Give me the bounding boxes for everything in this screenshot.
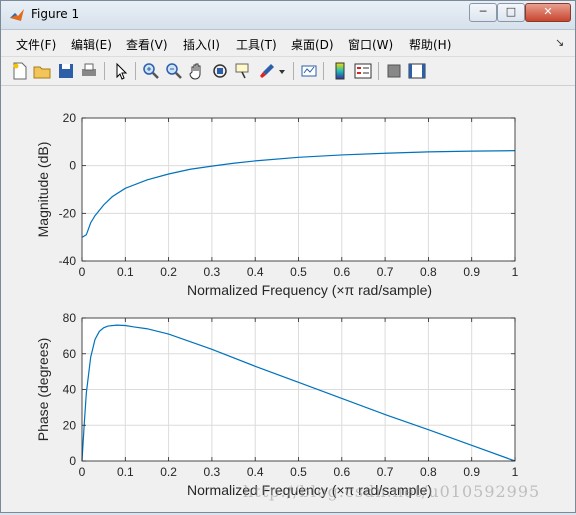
window-title: Figure 1	[31, 7, 80, 21]
x-tick-label: 0.7	[377, 265, 394, 279]
zoom-out-icon[interactable]	[164, 61, 184, 81]
y-tick-label: 60	[63, 347, 77, 361]
y-tick-label: 0	[69, 454, 76, 468]
maximize-button[interactable]: □	[497, 3, 525, 22]
rotate-3d-icon[interactable]	[210, 61, 230, 81]
x-tick-label: 0.6	[333, 265, 350, 279]
save-icon[interactable]	[56, 61, 76, 81]
y-tick-label: -20	[59, 206, 77, 220]
y-tick-label: -40	[59, 254, 77, 268]
toolbar-separator	[378, 62, 379, 80]
menu-view[interactable]: 查看(V)	[126, 36, 168, 53]
link-plot-icon[interactable]	[299, 61, 319, 81]
hide-plot-tools-icon[interactable]	[384, 61, 404, 81]
x-tick-label: 1	[512, 265, 519, 279]
y-axis-label: Magnitude (dB)	[35, 142, 51, 238]
x-tick-label: 0.7	[377, 465, 394, 479]
toolbar-separator	[135, 62, 136, 80]
toolbar-separator	[323, 62, 324, 80]
open-file-icon[interactable]	[32, 61, 52, 81]
minimize-button[interactable]: ─	[469, 3, 497, 22]
figure-canvas[interactable]: 0 0.1 0.2 0.3 0.4 0.5 0.6 0.7 0.8 0.9 1 -40 -20 0 20 No…	[2, 86, 574, 511]
y-tick-label: 20	[63, 418, 77, 432]
print-icon[interactable]	[79, 61, 99, 81]
x-tick-label: 0.8	[420, 265, 437, 279]
menu-file[interactable]: 文件(F)	[16, 36, 56, 53]
watermark: http://blog.csdn.net/u010592995	[243, 482, 541, 501]
toolbar	[1, 57, 575, 86]
x-tick-label: 0.8	[420, 465, 437, 479]
zoom-in-icon[interactable]	[141, 61, 161, 81]
x-tick-label: 0.6	[333, 465, 350, 479]
menu-overflow-icon[interactable]: ↘	[555, 36, 564, 49]
x-tick-label: 0.5	[290, 265, 307, 279]
close-button[interactable]: ✕	[525, 3, 571, 22]
new-figure-icon[interactable]	[10, 61, 30, 81]
menu-insert[interactable]: 插入(I)	[183, 36, 220, 53]
y-tick-label: 20	[63, 111, 77, 125]
menu-tools[interactable]: 工具(T)	[236, 36, 277, 53]
pointer-icon[interactable]	[111, 61, 131, 81]
insert-colorbar-icon[interactable]	[330, 61, 350, 81]
toolbar-separator	[104, 62, 105, 80]
x-tick-label: 0.4	[247, 265, 264, 279]
x-tick-label: 0	[79, 265, 86, 279]
y-axis-label: Phase (degrees)	[35, 338, 51, 442]
menu-desktop[interactable]: 桌面(D)	[291, 36, 334, 53]
y-tick-label: 80	[63, 311, 77, 325]
data-cursor-icon[interactable]	[233, 61, 253, 81]
x-tick-label: 0.9	[463, 465, 480, 479]
brush-dropdown-icon[interactable]	[277, 61, 287, 81]
x-tick-label: 0.2	[160, 265, 177, 279]
menu-window[interactable]: 窗口(W)	[348, 36, 393, 53]
x-tick-label: 0.2	[160, 465, 177, 479]
x-tick-label: 0.3	[204, 465, 221, 479]
y-tick-label: 40	[63, 383, 77, 397]
pan-icon[interactable]	[187, 61, 207, 81]
menu-edit[interactable]: 编辑(E)	[71, 36, 112, 53]
x-tick-label: 0.9	[463, 265, 480, 279]
x-tick-label: 0.5	[290, 465, 307, 479]
brush-icon[interactable]	[257, 61, 277, 81]
x-tick-label: 1	[512, 465, 519, 479]
insert-legend-icon[interactable]	[353, 61, 373, 81]
x-tick-label: 0.1	[117, 465, 134, 479]
plots-svg: 0 0.1 0.2 0.3 0.4 0.5 0.6 0.7 0.8 0.9 1 -40 -20 0 20 No…	[35, 111, 519, 498]
x-tick-label: 0.1	[117, 265, 134, 279]
x-tick-label: 0.3	[204, 265, 221, 279]
title-bar[interactable]: Figure 1 ─ □ ✕	[1, 1, 575, 30]
menu-bar: 文件(F) 编辑(E) 查看(V) 插入(I) 工具(T) 桌面(D) 窗口(W…	[1, 30, 575, 57]
matlab-logo-icon	[10, 9, 24, 21]
y-tick-label: 0	[69, 159, 76, 173]
toolbar-separator	[293, 62, 294, 80]
x-tick-label: 0	[79, 465, 86, 479]
show-plot-tools-icon[interactable]	[407, 61, 427, 81]
menu-help[interactable]: 帮助(H)	[409, 36, 451, 53]
x-axis-label: Normalized Frequency (×π rad/sample)	[187, 282, 432, 298]
x-tick-label: 0.4	[247, 465, 264, 479]
figure-window: Figure 1 ─ □ ✕ 文件(F) 编辑(E) 查看(V) 插入(I) 工…	[0, 0, 576, 513]
